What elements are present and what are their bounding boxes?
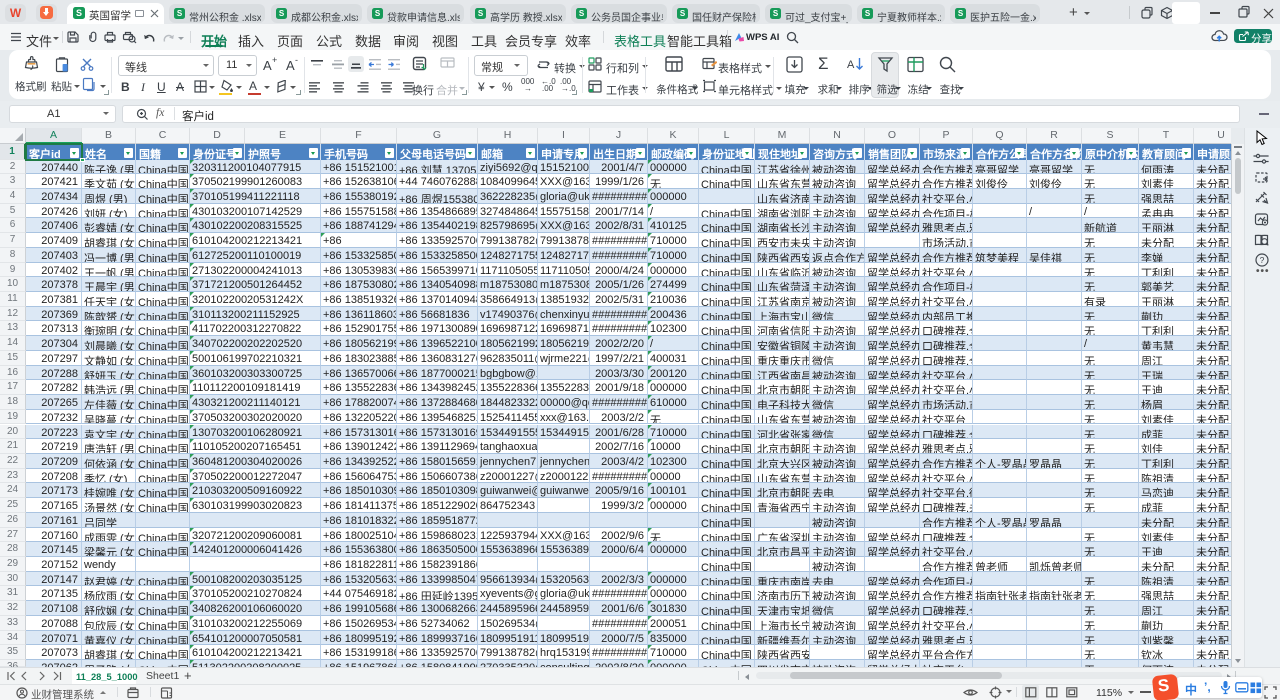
- svg-text:?: ?: [1260, 255, 1265, 265]
- svg-text:A: A: [847, 59, 855, 71]
